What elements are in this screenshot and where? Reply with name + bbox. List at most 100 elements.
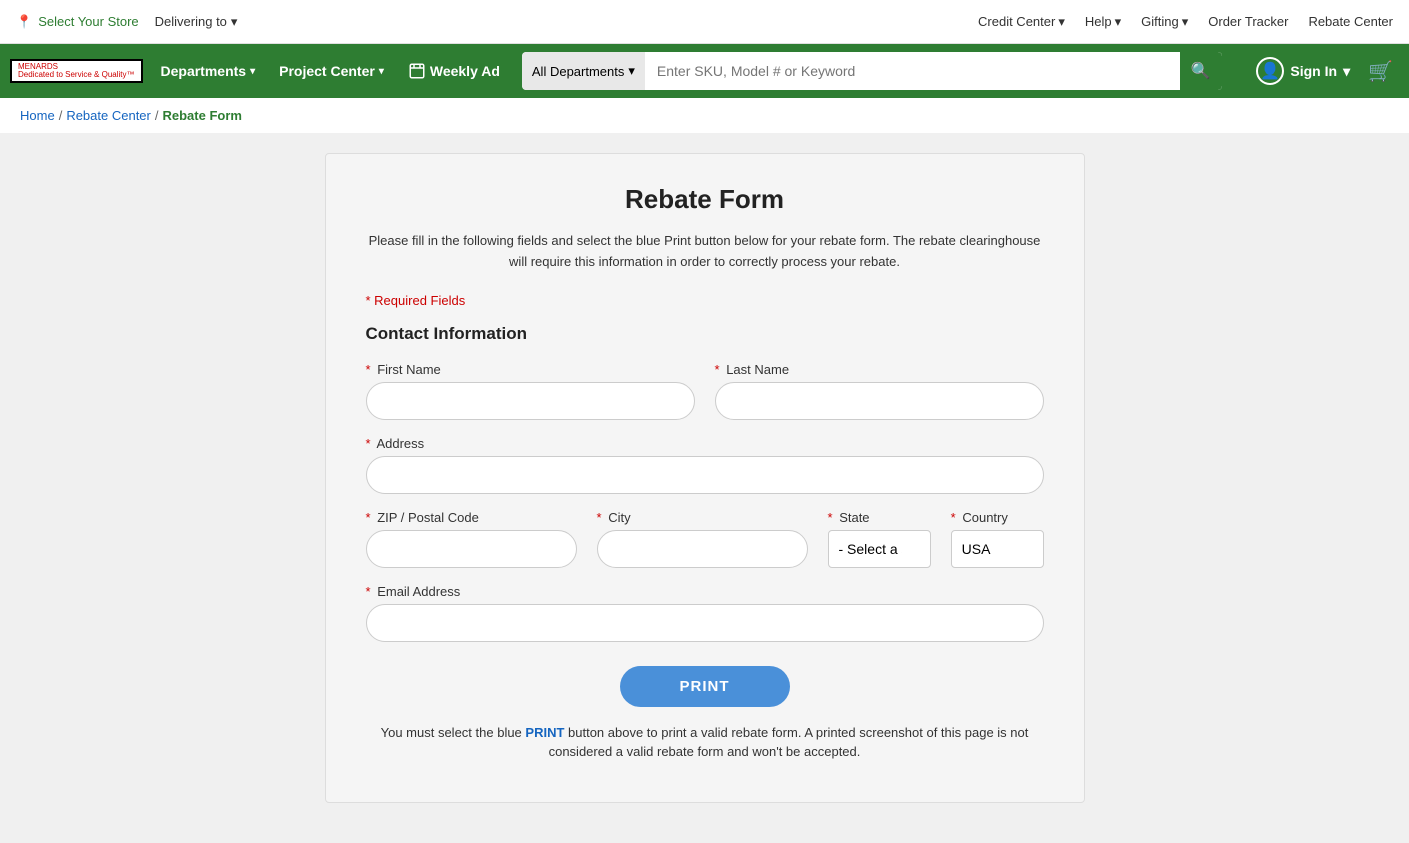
email-group: * Email Address	[366, 584, 1044, 642]
zip-required: *	[366, 510, 371, 525]
search-input-wrapper	[645, 52, 1180, 90]
rebate-center-label: Rebate Center	[1308, 14, 1393, 29]
zip-label: * ZIP / Postal Code	[366, 510, 577, 525]
address-input[interactable]	[366, 456, 1044, 494]
state-select-wrapper: - Select a state - Alabama Alaska Arizon…	[828, 530, 931, 568]
main-content: Rebate Form Please fill in the following…	[0, 133, 1409, 843]
rebate-center-link[interactable]: Rebate Center	[1308, 14, 1393, 29]
project-center-chevron: ▾	[379, 66, 384, 77]
breadcrumb-home[interactable]: Home	[20, 108, 55, 123]
departments-label: Departments	[161, 63, 247, 79]
location-row: * ZIP / Postal Code * City * State	[366, 510, 1044, 568]
breadcrumb-current: Rebate Form	[163, 108, 242, 123]
departments-nav[interactable]: Departments ▾	[151, 57, 266, 85]
nav-right: 👤 Sign In ▾ 🛒	[1248, 51, 1399, 91]
print-note-highlight: PRINT	[525, 725, 564, 740]
city-group: * City	[597, 510, 808, 568]
project-center-nav[interactable]: Project Center ▾	[269, 57, 394, 85]
help-label: Help	[1085, 14, 1112, 29]
form-description: Please fill in the following fields and …	[366, 231, 1044, 273]
country-select[interactable]: USA Canada	[951, 530, 1044, 568]
sign-in-button[interactable]: 👤 Sign In ▾	[1248, 51, 1358, 91]
address-required: *	[366, 436, 371, 451]
order-tracker-link[interactable]: Order Tracker	[1208, 14, 1288, 29]
first-name-group: * First Name	[366, 362, 695, 420]
store-selector-label: Select Your Store	[38, 14, 138, 29]
search-department-select[interactable]: All Departments ▾	[522, 52, 645, 90]
search-wrapper: All Departments ▾ 🔍	[522, 52, 1222, 90]
search-dept-label: All Departments	[532, 64, 624, 79]
logo-tagline: Dedicated to Service & Quality™	[18, 71, 135, 79]
delivering-to-label: Delivering to	[155, 14, 227, 29]
search-icon: 🔍	[1191, 61, 1211, 81]
credit-center-link[interactable]: Credit Center ▾	[978, 14, 1065, 30]
project-center-label: Project Center	[279, 63, 375, 79]
gifting-chevron: ▾	[1182, 14, 1189, 30]
search-input[interactable]	[645, 52, 1180, 90]
city-label: * City	[597, 510, 808, 525]
zip-group: * ZIP / Postal Code	[366, 510, 577, 568]
email-input[interactable]	[366, 604, 1044, 642]
print-button[interactable]: PRINT	[620, 666, 790, 707]
country-select-wrapper: USA Canada	[951, 530, 1044, 568]
name-row: * First Name * Last Name	[366, 362, 1044, 420]
store-selector[interactable]: 📍 Select Your Store	[16, 14, 139, 30]
help-link[interactable]: Help ▾	[1085, 14, 1121, 30]
account-icon: 👤	[1256, 57, 1284, 85]
last-name-required: *	[715, 362, 720, 377]
address-row: * Address	[366, 436, 1044, 494]
country-label: * Country	[951, 510, 1044, 525]
state-group: * State - Select a state - Alabama Alask…	[828, 510, 931, 568]
country-required: *	[951, 510, 956, 525]
last-name-input[interactable]	[715, 382, 1044, 420]
weekly-ad-label: Weekly Ad	[430, 63, 500, 79]
state-required: *	[828, 510, 833, 525]
breadcrumb-rebate-center[interactable]: Rebate Center	[66, 108, 151, 123]
help-chevron: ▾	[1115, 14, 1122, 30]
utility-bar: 📍 Select Your Store Delivering to ▾ Cred…	[0, 0, 1409, 44]
logo-area: MENARDS Dedicated to Service & Quality™	[10, 59, 143, 83]
order-tracker-label: Order Tracker	[1208, 14, 1288, 29]
city-input[interactable]	[597, 530, 808, 568]
email-required: *	[366, 584, 371, 599]
first-name-label: * First Name	[366, 362, 695, 377]
city-required: *	[597, 510, 602, 525]
state-label: * State	[828, 510, 931, 525]
search-container: All Departments ▾ 🔍	[522, 52, 1222, 90]
state-select[interactable]: - Select a state - Alabama Alaska Arizon…	[828, 530, 931, 568]
search-dept-chevron: ▾	[628, 63, 635, 79]
search-button[interactable]: 🔍	[1180, 52, 1222, 90]
first-name-required: *	[366, 362, 371, 377]
credit-center-label: Credit Center	[978, 14, 1055, 29]
weekly-ad-nav[interactable]: Weekly Ad	[398, 56, 510, 86]
email-row: * Email Address	[366, 584, 1044, 642]
form-title: Rebate Form	[366, 184, 1044, 215]
first-name-input[interactable]	[366, 382, 695, 420]
main-nav: MENARDS Dedicated to Service & Quality™ …	[0, 44, 1409, 98]
form-card: Rebate Form Please fill in the following…	[325, 153, 1085, 803]
pin-icon: 📍	[16, 14, 32, 30]
required-note: * Required Fields	[366, 293, 1044, 308]
breadcrumb-sep-2: /	[155, 108, 159, 123]
gifting-link[interactable]: Gifting ▾	[1141, 14, 1188, 30]
breadcrumb-sep-1: /	[59, 108, 63, 123]
delivering-chevron: ▾	[231, 14, 238, 30]
address-group: * Address	[366, 436, 1044, 494]
credit-center-chevron: ▾	[1058, 14, 1065, 30]
delivering-to[interactable]: Delivering to ▾	[155, 14, 238, 30]
last-name-label: * Last Name	[715, 362, 1044, 377]
cart-icon[interactable]: 🛒	[1362, 53, 1399, 90]
country-group: * Country USA Canada	[951, 510, 1044, 568]
weekly-ad-icon	[408, 62, 426, 80]
breadcrumb: Home / Rebate Center / Rebate Form	[0, 98, 1409, 133]
zip-input[interactable]	[366, 530, 577, 568]
sign-in-chevron: ▾	[1343, 63, 1350, 80]
sign-in-label: Sign In	[1290, 63, 1337, 79]
logo: MENARDS Dedicated to Service & Quality™	[10, 59, 143, 83]
address-label: * Address	[366, 436, 1044, 451]
email-label: * Email Address	[366, 584, 1044, 599]
last-name-group: * Last Name	[715, 362, 1044, 420]
contact-section-title: Contact Information	[366, 324, 1044, 344]
print-note: You must select the blue PRINT button ab…	[366, 723, 1044, 762]
utility-nav: Credit Center ▾ Help ▾ Gifting ▾ Order T…	[978, 14, 1393, 30]
